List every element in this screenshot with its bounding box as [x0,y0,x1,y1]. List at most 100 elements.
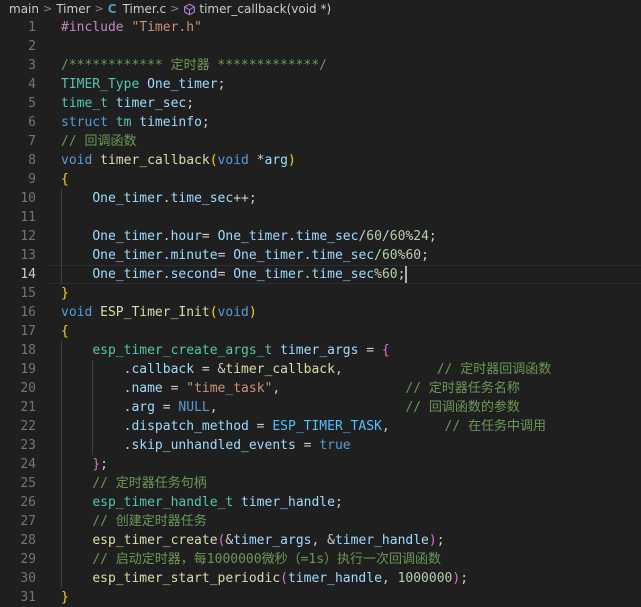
code-line[interactable]: 4 TIMER_Type One_timer; [0,75,641,94]
code-line[interactable]: 30 esp_timer_start_periodic(timer_handle… [0,569,641,588]
line-number: 2 [28,39,36,54]
code-text: void ESP_Timer_Init(void) [61,303,257,322]
code-line[interactable]: 1 #include "Timer.h" [0,18,641,37]
code-token: name [131,381,163,396]
code-token: TIMER_Type [61,77,140,92]
code-token: ( [280,571,288,586]
code-line[interactable]: 10 One_timer.time_sec++; [0,189,641,208]
code-line[interactable]: 16 void ESP_Timer_Init(void) [0,303,641,322]
code-token: 60 [405,248,422,263]
line-number: 19 [20,362,36,377]
line-number: 7 [28,134,36,149]
code-token: 1000000 [397,571,453,586]
code-line[interactable]: 14 One_timer.second= One_timer.time_sec%… [0,265,641,284]
code-line[interactable]: 18 esp_timer_create_args_t timer_args = … [0,341,641,360]
code-line[interactable]: 17 { [0,322,641,341]
code-line[interactable]: 7 // 回调函数 [0,132,641,151]
code-text: // 创建定时器任务 [61,512,206,531]
code-text: One_timer.hour= One_timer.time_sec/60/60… [61,227,436,246]
code-text: One_timer.time_sec++; [61,189,256,208]
code-token: ; [436,533,445,548]
code-line[interactable]: 31} [0,588,641,607]
code-text: esp_timer_create(&timer_args, &timer_han… [61,531,445,550]
code-token: ; [100,457,108,472]
code-line[interactable]: 6 struct tm timeinfo; [0,113,641,132]
code-token: , [381,571,398,586]
code-text: esp_timer_create_args_t timer_args = { [61,341,389,360]
chevron-right-icon: > [42,2,53,15]
code-text: One_timer.minute= One_timer.time_sec/60%… [61,246,429,265]
indent-guide [61,208,62,227]
code-token: One_timer [147,77,218,92]
breadcrumb-item-main[interactable]: main [9,0,39,18]
code-token: ESP_TIMER_TASK [272,419,382,434]
code-token: ( [209,305,218,320]
code-line[interactable]: 8 void timer_callback(void *arg) [0,151,641,170]
code-line[interactable]: 5 time_t timer_sec; [0,94,641,113]
code-text: { [61,322,69,341]
code-token: . [162,267,171,282]
code-text: } [61,284,69,303]
code-line[interactable]: 21 .arg = NULL, // 回调函数的参数 [0,398,641,417]
code-token: , [381,419,445,434]
code-token: . [162,191,171,206]
code-token: . [288,229,296,244]
line-number: 3 [28,58,36,73]
code-line[interactable]: 13 One_timer.minute= One_timer.time_sec/… [0,246,641,265]
code-line[interactable]: 27 // 创建定时器任务 [0,512,641,531]
breadcrumb-symbol[interactable]: timer_callback(void *) [199,0,331,18]
code-token: timer_args [280,343,359,358]
code-line[interactable]: 12 One_timer.hour= One_timer.time_sec/60… [0,227,641,246]
code-text: .skip_unhandled_events = true [61,436,351,455]
code-token: ESP_Timer_Init [100,305,210,320]
code-line[interactable]: 22 .dispatch_method = ESP_TIMER_TASK, //… [0,417,641,436]
chevron-right-icon: > [94,2,104,15]
code-line[interactable]: 2 [0,37,641,56]
code-line[interactable]: 11 [0,208,641,227]
code-token: hour [170,229,202,244]
code-line[interactable]: 9{ [0,170,641,189]
line-number: 6 [28,115,36,130]
code-token: One_timer [92,191,163,206]
code-line[interactable]: 28 esp_timer_create(&timer_args, &timer_… [0,531,641,550]
code-token: ; [201,115,210,130]
code-token: . [61,362,132,377]
code-line[interactable]: 15} [0,284,641,303]
code-line[interactable]: 19 .callback = &timer_callback, // 定时器回调… [0,360,641,379]
code-line[interactable]: 20 .name = "time_task", // 定时器任务名称 [0,379,641,398]
code-token: void [61,305,93,320]
code-line[interactable]: 23 .skip_unhandled_events = true [0,436,641,455]
code-line[interactable]: 25 // 定时器任务句柄 [0,474,641,493]
code-text: // 定时器任务句柄 [61,474,206,493]
code-token: = [217,248,234,263]
code-line[interactable]: 29 // 启动定时器，每1000000微秒（=1s）执行一次回调函数 [0,550,641,569]
line-number: 11 [20,210,36,225]
code-text: #include "Timer.h" [61,18,202,37]
code-token: // 定时器任务名称 [405,381,520,396]
code-token: // 启动定时器，每1000000微秒（=1s）执行一次回调函数 [92,552,442,567]
code-line[interactable]: 3 /************ 定时器 *************/ [0,56,641,75]
line-number: 14 [20,267,36,282]
code-text: One_timer.second= One_timer.time_sec%60; [61,265,405,284]
breadcrumb-file[interactable]: Timer.c [123,0,167,18]
code-text: esp_timer_handle_t timer_handle; [61,493,342,512]
code-token: = & [194,362,226,377]
code-token: "time_task" [186,381,273,396]
line-number: 28 [20,533,36,548]
code-token: // 回调函数的参数 [405,400,520,415]
line-number: 4 [28,77,36,92]
breadcrumb-item-timer[interactable]: Timer [56,0,90,18]
code-token: tm [115,115,132,130]
code-token: ; [186,96,195,111]
code-editor[interactable]: 1 #include "Timer.h" 2 3/************ 定时器 *… [0,18,641,605]
code-line[interactable]: 24 }; [0,455,641,474]
code-token: ; [217,77,226,92]
code-token: } [92,457,101,472]
code-token: / [381,229,390,244]
code-line[interactable]: 26 esp_timer_handle_t timer_handle; [0,493,641,512]
